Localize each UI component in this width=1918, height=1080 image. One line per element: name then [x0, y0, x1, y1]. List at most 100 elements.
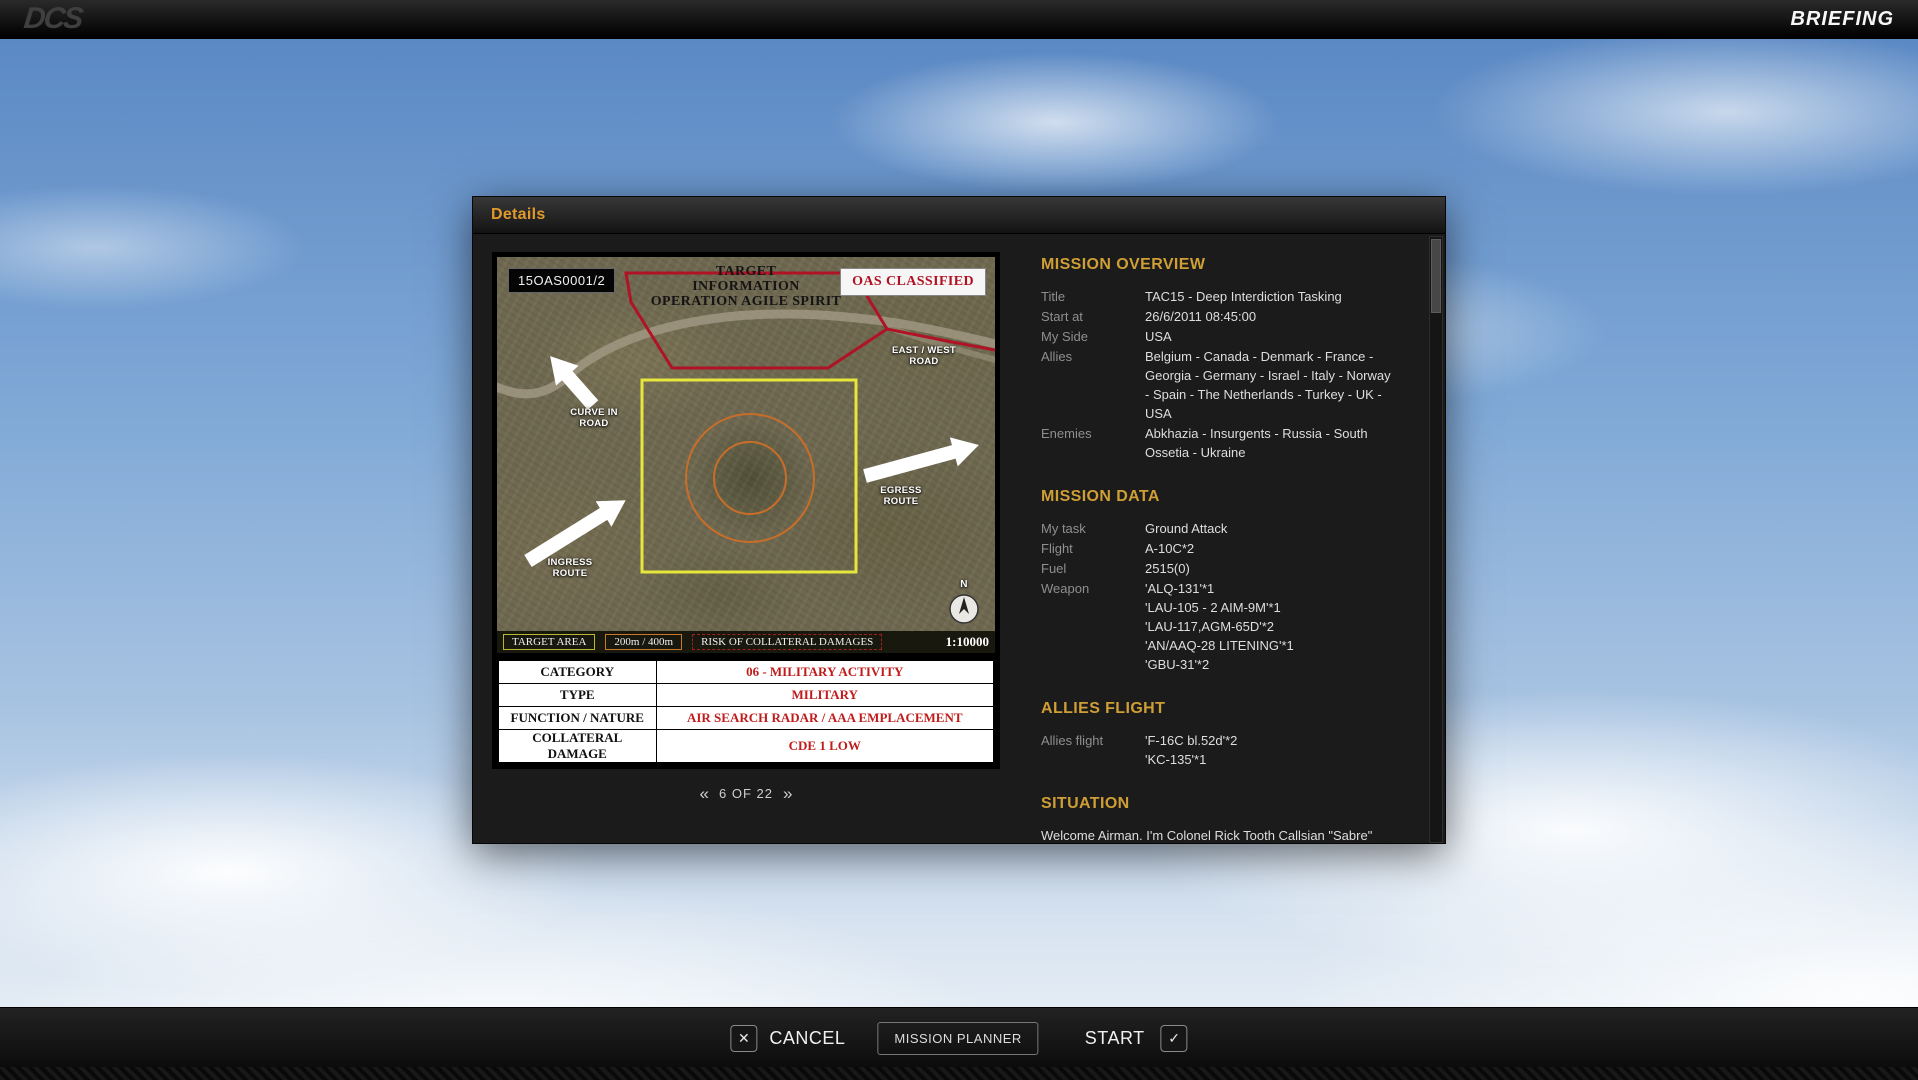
situation-text: Welcome Airman. I'm Colonel Rick Tooth C…: [1041, 826, 1397, 845]
map-label-east-west-road: EAST / WEST ROAD: [892, 345, 956, 367]
weapon-item: 'ALQ-131'*1: [1145, 579, 1397, 598]
row-label: Weapon: [1041, 579, 1145, 674]
weapon-row: Weapon 'ALQ-131'*1 'LAU-105 - 2 AIM-9M'*…: [1041, 579, 1433, 674]
map-heading-line: OPERATION AGILE SPIRIT: [651, 294, 842, 309]
target-area-chip: TARGET AREA: [503, 634, 595, 650]
mission-data-row: Flight A-10C*2: [1041, 539, 1433, 558]
target-info-table: CATEGORY 06 - MILITARY ACTIVITY TYPE MIL…: [497, 659, 995, 764]
map-label-ingress-route: INGRESS ROUTE: [548, 557, 593, 579]
overview-row: Allies Belgium - Canada - Denmark - Fran…: [1041, 347, 1433, 423]
row-label: My Side: [1041, 327, 1145, 346]
table-row-value: MILITARY: [656, 683, 994, 706]
section-title-allies-flight: ALLIES FLIGHT: [1041, 700, 1433, 718]
target-area-box: [642, 380, 856, 572]
table-row: FUNCTION / NATURE AIR SEARCH RADAR / AAA…: [498, 706, 994, 729]
start-check-button[interactable]: ✓: [1161, 1025, 1188, 1052]
collateral-ring-outer: [686, 414, 814, 542]
mission-panel: MISSION OVERVIEW Title TAC15 - Deep Inte…: [1041, 234, 1433, 845]
row-value: TAC15 - Deep Interdiction Tasking: [1145, 287, 1397, 306]
row-label: Fuel: [1041, 559, 1145, 578]
overview-row: Enemies Abkhazia - Insurgents - Russia -…: [1041, 424, 1433, 462]
dcs-logo: DCS: [22, 4, 82, 34]
dialog-body: 15OAS0001/2 TARGET INFORMATION OPERATION…: [473, 234, 1445, 845]
weapon-item: 'GBU-31'*2: [1145, 655, 1397, 674]
row-value: USA: [1145, 327, 1397, 346]
map-legend-bar: TARGET AREA 200m / 400m RISK OF COLLATER…: [497, 631, 995, 653]
mission-data-row: Fuel 2515(0): [1041, 559, 1433, 578]
row-value: Ground Attack: [1145, 519, 1397, 538]
section-title-mission-data: MISSION DATA: [1041, 488, 1433, 506]
overview-row: Title TAC15 - Deep Interdiction Tasking: [1041, 287, 1433, 306]
start-button[interactable]: START: [1085, 1028, 1145, 1049]
collateral-risk-chip: RISK OF COLLATERAL DAMAGES: [692, 634, 882, 650]
overview-row: My Side USA: [1041, 327, 1433, 346]
allies-flight-list: 'F-16C bl.52d'*2 'KC-135'*1: [1145, 731, 1397, 769]
map-ref-label: 15OAS0001/2: [508, 268, 615, 293]
pagination: « 6 OF 22 »: [492, 786, 1000, 801]
row-label: Flight: [1041, 539, 1145, 558]
bottom-stripe-decoration: [0, 1067, 1918, 1080]
details-dialog: Details: [472, 196, 1446, 844]
map-heading-line: TARGET: [651, 264, 842, 279]
table-row-label: CATEGORY: [498, 660, 656, 683]
table-row: COLLATERAL DAMAGE CDE 1 LOW: [498, 729, 994, 763]
close-icon: ✕: [738, 1030, 750, 1047]
section-title-situation: SITUATION: [1041, 795, 1433, 813]
range-rings-chip: 200m / 400m: [605, 634, 682, 650]
allies-flight-row: Allies flight 'F-16C bl.52d'*2 'KC-135'*…: [1041, 731, 1433, 769]
table-row: TYPE MILITARY: [498, 683, 994, 706]
table-row-label: TYPE: [498, 683, 656, 706]
map-label-north: N: [960, 579, 968, 590]
row-label: Enemies: [1041, 424, 1145, 462]
overview-row: Start at 26/6/2011 08:45:00: [1041, 307, 1433, 326]
egress-arrow-icon: [861, 431, 983, 491]
table-row-value: AIR SEARCH RADAR / AAA EMPLACEMENT: [656, 706, 994, 729]
allies-flight-item: 'F-16C bl.52d'*2: [1145, 731, 1397, 750]
prev-page-button[interactable]: «: [700, 787, 709, 800]
row-label: Allies: [1041, 347, 1145, 423]
row-value: 26/6/2011 08:45:00: [1145, 307, 1397, 326]
weapon-item: 'AN/AAQ-28 LITENING'*1: [1145, 636, 1397, 655]
row-value: Abkhazia - Insurgents - Russia - South O…: [1145, 424, 1397, 462]
table-row-value: 06 - MILITARY ACTIVITY: [656, 660, 994, 683]
row-label: Allies flight: [1041, 731, 1145, 769]
row-label: My task: [1041, 519, 1145, 538]
next-page-button[interactable]: »: [783, 787, 792, 800]
allies-flight-item: 'KC-135'*1: [1145, 750, 1397, 769]
cancel-x-button[interactable]: ✕: [730, 1025, 757, 1052]
classification-badge: OAS CLASSIFIED: [840, 268, 986, 296]
weapon-item: 'LAU-117,AGM-65D'*2: [1145, 617, 1397, 636]
page-indicator: 6 OF 22: [719, 786, 773, 801]
section-title-mission-overview: MISSION OVERVIEW: [1041, 256, 1433, 274]
target-map-graphic: [497, 257, 995, 653]
row-value: 2515(0): [1145, 559, 1397, 578]
map-heading: TARGET INFORMATION OPERATION AGILE SPIRI…: [651, 264, 842, 309]
map-label-curve-in-road: CURVE IN ROAD: [570, 407, 618, 429]
target-photo: 15OAS0001/2 TARGET INFORMATION OPERATION…: [497, 257, 995, 653]
table-row-label: FUNCTION / NATURE: [498, 706, 656, 729]
target-image-frame: 15OAS0001/2 TARGET INFORMATION OPERATION…: [492, 252, 1000, 769]
table-row-label: COLLATERAL DAMAGE: [498, 729, 656, 763]
map-label-egress-route: EGRESS ROUTE: [880, 485, 921, 507]
mission-data-row: My task Ground Attack: [1041, 519, 1433, 538]
dialog-scrollbar[interactable]: [1429, 236, 1443, 843]
scrollbar-thumb[interactable]: [1431, 239, 1441, 313]
mission-planner-button[interactable]: MISSION PLANNER: [877, 1022, 1038, 1055]
row-label: Title: [1041, 287, 1145, 306]
map-scale-label: 1:10000: [946, 634, 989, 650]
compass-icon: [950, 595, 978, 623]
collateral-ring-inner: [714, 442, 786, 514]
dialog-titlebar: Details: [473, 197, 1445, 234]
check-icon: ✓: [1168, 1030, 1180, 1047]
row-label: Start at: [1041, 307, 1145, 326]
bottom-button-group: ✕ CANCEL MISSION PLANNER START ✓: [730, 1008, 1187, 1068]
weapon-item: 'LAU-105 - 2 AIM-9M'*1: [1145, 598, 1397, 617]
dialog-title: Details: [491, 206, 546, 224]
table-row-value: CDE 1 LOW: [656, 729, 994, 763]
map-heading-line: INFORMATION: [651, 279, 842, 294]
briefing-title: BRIEFING: [1790, 8, 1894, 31]
weapon-list: 'ALQ-131'*1 'LAU-105 - 2 AIM-9M'*1 'LAU-…: [1145, 579, 1397, 674]
row-value: Belgium - Canada - Denmark - France - Ge…: [1145, 347, 1397, 423]
cancel-button[interactable]: CANCEL: [769, 1028, 845, 1049]
table-row: CATEGORY 06 - MILITARY ACTIVITY: [498, 660, 994, 683]
